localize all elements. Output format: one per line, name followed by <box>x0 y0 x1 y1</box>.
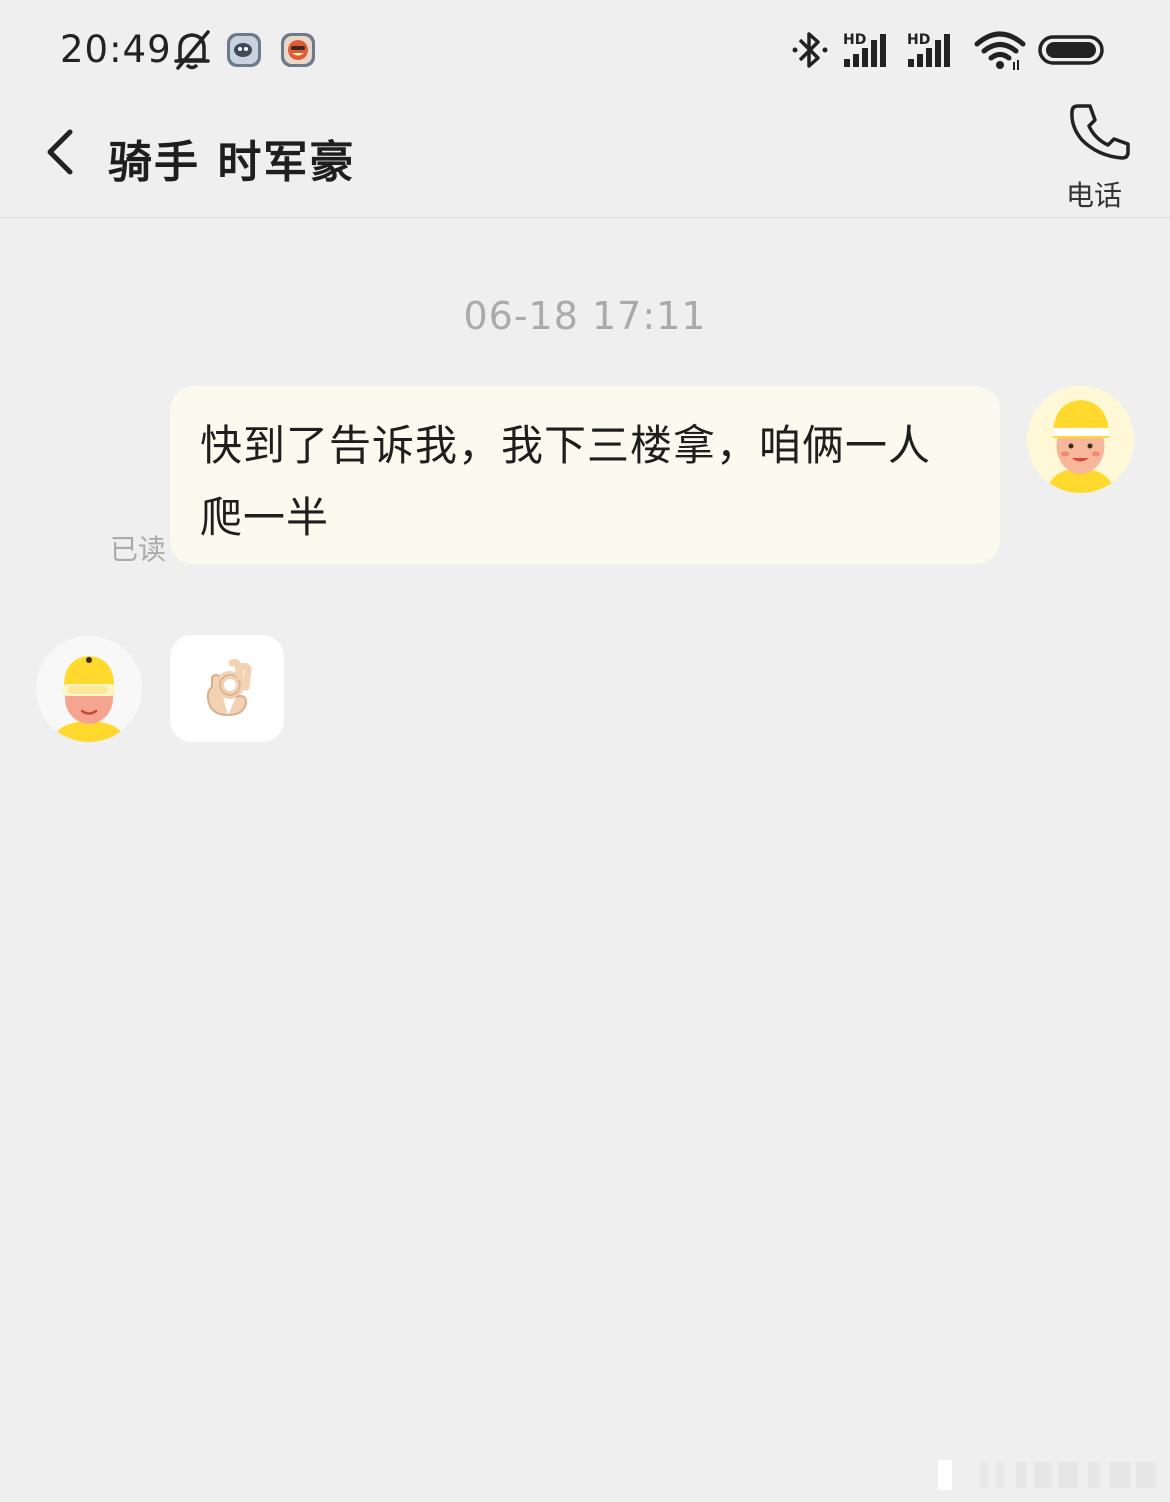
hd-signal-icon: HD <box>906 30 956 74</box>
ok-hand-emoji-icon <box>198 657 256 723</box>
outgoing-message-text: 快到了告诉我，我下三楼拿，咱俩一人爬一半 <box>200 421 932 542</box>
status-bar: 20:49 HD HD <box>0 0 1170 100</box>
watermark-logo <box>930 1458 1160 1496</box>
back-button[interactable] <box>36 124 92 180</box>
avatar[interactable] <box>1027 386 1134 493</box>
bell-mute-icon <box>172 28 212 76</box>
incoming-message-bubble[interactable] <box>170 635 284 742</box>
message-timestamp: 06-18 17:11 <box>463 294 707 338</box>
status-time: 20:49 <box>60 28 172 71</box>
battery-icon <box>1038 34 1106 70</box>
wifi-icon <box>974 30 1026 76</box>
chevron-left-icon <box>47 129 73 175</box>
call-button[interactable]: 电话 <box>1060 100 1140 212</box>
chat-header: 骑手 时军豪 电话 <box>0 100 1170 218</box>
outgoing-message-bubble[interactable]: 快到了告诉我，我下三楼拿，咱俩一人爬一半 <box>170 386 1000 564</box>
call-label: 电话 <box>1066 179 1123 212</box>
app-notification-icon <box>280 32 316 72</box>
bluetooth-icon <box>790 28 830 76</box>
svg-text:HD: HD <box>907 32 930 48</box>
chat-title: 骑手 时军豪 <box>108 137 356 188</box>
phone-icon <box>1068 102 1132 166</box>
app-notification-icon <box>226 32 262 72</box>
hd-signal-icon: HD <box>842 30 892 74</box>
svg-text:HD: HD <box>843 32 866 48</box>
rider-avatar[interactable] <box>36 636 142 742</box>
read-status: 已读 <box>110 533 167 566</box>
